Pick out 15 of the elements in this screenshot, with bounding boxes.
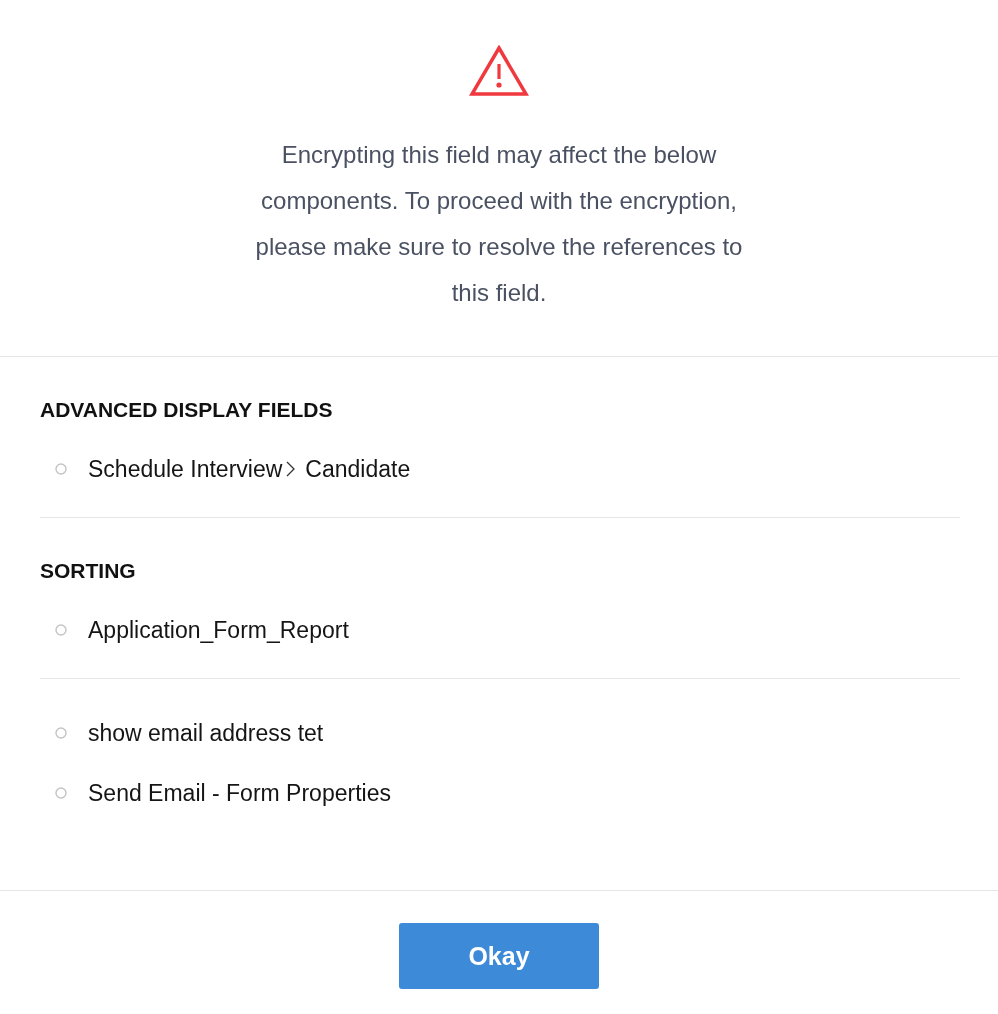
component-name: show email address tet: [88, 719, 324, 747]
section-heading: ADVANCED DISPLAY FIELDS: [40, 398, 333, 422]
chevron-icon: [286, 461, 296, 477]
bullet-icon: [55, 624, 67, 636]
component-name: Send Email - Form Properties: [88, 779, 391, 807]
okay-button[interactable]: Okay: [399, 923, 599, 989]
warning-icon: [469, 45, 529, 97]
warning-message: Encrypting this field may affect the below components. To proceed with the encryption, please make sure to resolve the references to this field.: [254, 140, 744, 308]
bullet-icon: [55, 463, 67, 475]
component-name: Candidate: [305, 455, 411, 483]
section-heading: SORTING: [40, 559, 136, 583]
component-name: Schedule Interview: [88, 455, 283, 483]
bullet-icon: [55, 727, 67, 739]
component-name: Application_Form_Report: [88, 616, 349, 644]
bullet-icon: [55, 787, 67, 799]
